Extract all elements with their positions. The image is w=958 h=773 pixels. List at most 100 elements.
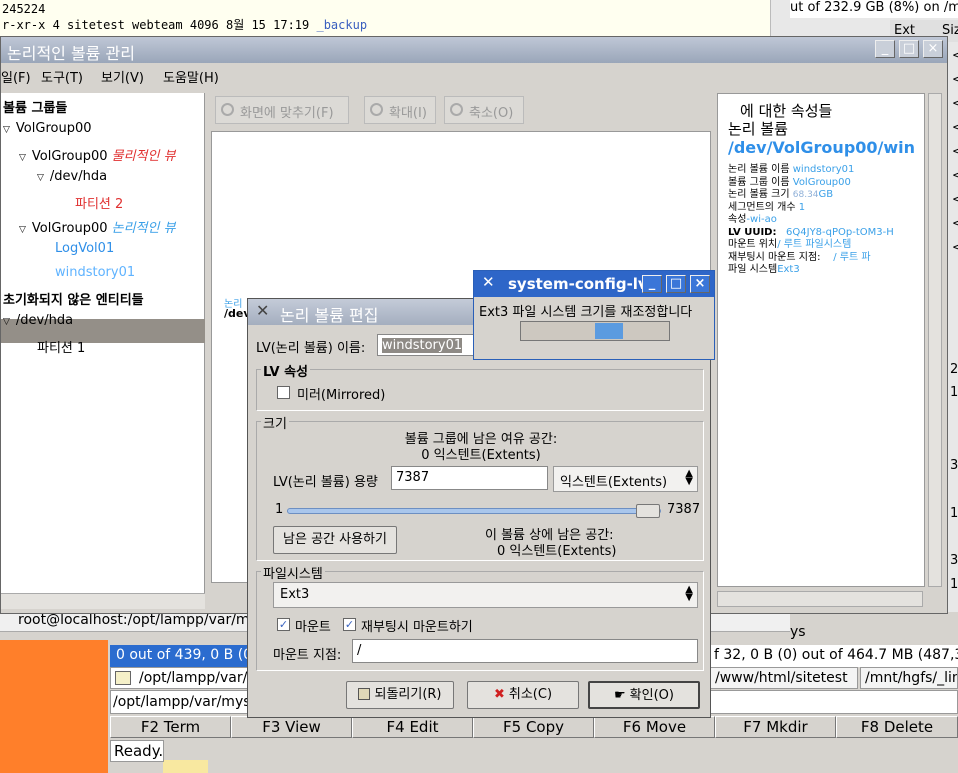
properties-vscrollbar[interactable] <box>928 93 942 587</box>
expander-icon: ▽ <box>19 153 26 163</box>
prop-row: 세그먼트의 개수 1 <box>728 201 806 213</box>
f5-copy-button[interactable]: F5 Copy <box>473 716 594 738</box>
zoom-out-icon <box>450 103 463 116</box>
progress-title-bar[interactable]: ✕ system-config-lv _ □ × <box>474 271 714 297</box>
capacity-slider[interactable] <box>287 504 661 518</box>
tab-path-hgfs[interactable]: /mnt/hgfs/_lin <box>860 667 958 689</box>
tree-hscrollbar[interactable] <box>1 593 205 609</box>
zoom-in-button[interactable]: 확대(I) <box>364 96 436 124</box>
maximize-button[interactable]: □ <box>666 275 686 293</box>
prop-row: 파일 시스템Ext3 <box>728 264 800 275</box>
maximize-button[interactable]: □ <box>899 40 919 58</box>
function-key-bar: F2 Term F3 View F4 Edit F5 Copy F6 Move … <box>110 716 958 738</box>
size-value: 3 <box>950 458 958 473</box>
tree-item-logvol01[interactable]: LogVol01 <box>55 241 114 256</box>
size-frame: 크기 볼륨 그룹에 남은 여유 공간: 0 익스텐트(Extents) LV(논… <box>256 413 704 561</box>
tree-uninitialized[interactable]: 초기화되지 않은 엔티티들 <box>3 289 144 308</box>
menu-tools[interactable]: 도구(T) <box>41 67 83 86</box>
use-remaining-button[interactable]: 남은 공간 사용하기 <box>273 526 397 554</box>
terminal-output: 245224 r-xr-x 4 sitetest webteam 4096 8월… <box>0 0 770 40</box>
menu-help[interactable]: 도움말(H) <box>163 67 219 86</box>
edit-logical-volume-dialog: ✕ 논리 볼륨 편집 LV(논리 볼륨) 이름: windstory01 LV … <box>247 298 711 718</box>
f3-view-button[interactable]: F3 View <box>231 716 352 738</box>
progress-bar <box>520 321 670 341</box>
lv-name-label: LV(논리 볼륨) 이름: <box>256 341 366 356</box>
minimize-button[interactable]: _ <box>875 40 895 58</box>
mount-label: 마운트 <box>295 620 331 635</box>
capacity-input[interactable]: 7387 <box>391 466 548 490</box>
properties-path: /dev/VolGroup00/win <box>728 138 916 157</box>
slider-thumb[interactable] <box>636 504 660 518</box>
slider-max: 7387 <box>667 502 701 517</box>
tree-item-vg-logical[interactable]: ▽ VolGroup00 논리적인 뷰 <box>19 217 176 236</box>
properties-panel: 에 대한 속성들 논리 볼륨 /dev/VolGroup00/win 논리 볼륨… <box>717 93 925 587</box>
right-panel-status: f 32, 0 B (0) out of 464.7 MB (487,3 <box>710 645 958 667</box>
ok-button[interactable]: ☛ 확인(O) <box>588 681 700 709</box>
close-button[interactable]: × <box>690 275 710 293</box>
main-title-bar[interactable]: 논리적인 볼륨 관리 _ □ × <box>1 37 947 63</box>
logical-view-label: 논리적인 뷰 <box>111 221 176 236</box>
prop-row: 속성-wi-ao <box>728 214 777 225</box>
tree-item-vg[interactable]: ▽ VolGroup00 <box>3 121 92 136</box>
properties-hscrollbar[interactable] <box>717 591 923 607</box>
f7-mkdir-button[interactable]: F7 Mkdir <box>715 716 836 738</box>
tree-item-windstory01[interactable]: windstory01 <box>55 265 135 280</box>
expander-icon: ▽ <box>3 125 10 135</box>
prop-row: 논리 볼륨 이름 windstory01 <box>728 164 855 175</box>
lv-attributes-frame: LV 속성 미러(Mirrored) <box>256 361 704 411</box>
terminal-line-2: r-xr-x 4 sitetest webteam 4096 8월 15 17:… <box>2 18 368 32</box>
progress-message: Ext3 파일 시스템 크기를 재조정합니다 <box>479 305 693 320</box>
mirrored-label: 미러(Mirrored) <box>297 388 386 403</box>
f6-move-button[interactable]: F6 Move <box>594 716 715 738</box>
f2-term-button[interactable]: F2 Term <box>110 716 231 738</box>
folder-up-icon[interactable] <box>115 671 131 685</box>
tree-item-partition1[interactable]: 파티션 1 <box>37 337 85 356</box>
mount-reboot-checkbox[interactable]: ✓ <box>343 618 356 631</box>
cancel-button[interactable]: ✖ 취소(C) <box>467 681 579 709</box>
menu-view[interactable]: 보기(V) <box>101 67 144 86</box>
revert-button[interactable]: 되돌리기(R) <box>346 681 454 709</box>
expander-icon: ▽ <box>19 225 26 235</box>
tree-item-partition2[interactable]: 파티션 2 <box>75 193 123 212</box>
close-button[interactable]: × <box>923 40 943 58</box>
progress-dialog: ✕ system-config-lv _ □ × Ext3 파일 시스템 크기를… <box>473 270 715 360</box>
mount-checkbox[interactable]: ✓ <box>277 618 290 631</box>
prop-row: 재부팅시 마운트 지점: / 루트 파 <box>728 251 871 263</box>
tree-volume-groups[interactable]: 볼륨 그룹들 <box>3 97 67 116</box>
revert-icon <box>358 688 371 700</box>
terminal-dir-name: _backup <box>316 18 368 32</box>
prop-row: 마운트 위치/ 루트 파일시스템 <box>728 239 852 250</box>
mount-point-label: 마운트 지점: <box>273 648 342 663</box>
size-value: 2 <box>950 362 958 377</box>
list-fragment: ys <box>790 624 806 640</box>
size-value: 14 <box>950 577 958 592</box>
physical-view-label: 물리적인 뷰 <box>111 149 176 164</box>
minimize-button[interactable]: _ <box>642 275 662 293</box>
mount-point-input[interactable]: / <box>352 639 698 663</box>
tree-item-dev-hda-uninit[interactable]: ▽/dev/hda <box>3 313 73 328</box>
remaining-value: 0 익스텐트(Extents) <box>497 544 617 559</box>
unit-select[interactable]: 익스텐트(Extents) ▲ ▼ <box>553 466 698 492</box>
f8-delete-button[interactable]: F8 Delete <box>836 716 958 738</box>
tab-path-sitetest[interactable]: /www/html/sitetest <box>710 667 858 689</box>
tree-item-vg-physical[interactable]: ▽ VolGroup00 물리적인 뷰 <box>19 145 176 164</box>
zoom-out-button[interactable]: 축소(O) <box>444 96 524 124</box>
canvas-toolbar: 화면에 맞추기(F) 확대(I) 축소(O) <box>211 93 711 129</box>
menu-file[interactable]: 일(F) <box>1 67 31 86</box>
fit-to-window-button[interactable]: 화면에 맞추기(F) <box>215 96 349 124</box>
menu-bar: 일(F) 도구(T) 보기(V) 도움말(H) <box>1 64 947 86</box>
filesystem-select[interactable]: Ext3 ▲ ▼ <box>273 582 698 608</box>
zoom-fit-icon <box>221 103 234 116</box>
tree-item-dev-hda[interactable]: ▽/dev/hda <box>37 169 107 184</box>
cancel-icon: ✖ <box>493 687 505 702</box>
mirrored-checkbox[interactable] <box>277 386 290 399</box>
f4-edit-button[interactable]: F4 Edit <box>352 716 473 738</box>
terminal-line-1: 245224 <box>2 2 46 16</box>
properties-title: 에 대한 속성들 <box>740 102 833 120</box>
size-value: 3 <box>950 553 958 568</box>
desktop-panel <box>0 640 108 773</box>
desktop-panel-accent <box>163 760 208 773</box>
prop-row: LV UUID: 6Q4JY8-qPOp-tOM3-H <box>728 226 894 238</box>
expander-icon: ▽ <box>37 173 44 183</box>
x-logo-icon: ✕ <box>482 273 495 291</box>
